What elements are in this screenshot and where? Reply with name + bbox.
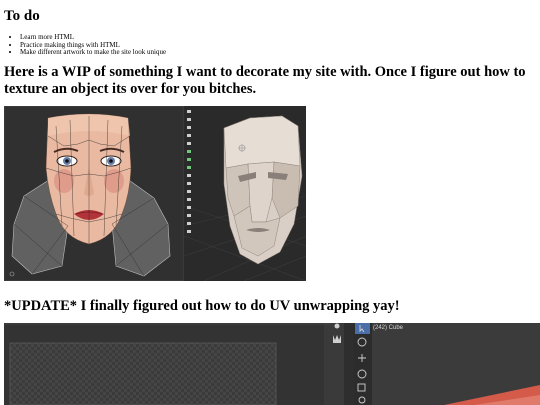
- blender-uv-unwrap-image: [4, 323, 540, 405]
- wip-blender-screenshot: [4, 106, 306, 281]
- blender-uv-and-viewport-image: [4, 106, 306, 281]
- uv-unwrap-screenshot: (242) Cube: [4, 323, 540, 405]
- page: To do Learn more HTML Practice making th…: [0, 0, 540, 405]
- wip-heading: Here is a WIP of something I want to dec…: [4, 64, 526, 97]
- view-navigate-icons: [333, 323, 341, 343]
- outliner-label: (242) Cube: [373, 325, 404, 331]
- todo-item: Make different artwork to make the site …: [20, 49, 166, 57]
- todo-list: Learn more HTML Practice making things w…: [8, 33, 166, 57]
- todo-heading: To do: [4, 8, 40, 24]
- update-heading: *UPDATE* I finally figured out how to do…: [4, 298, 400, 314]
